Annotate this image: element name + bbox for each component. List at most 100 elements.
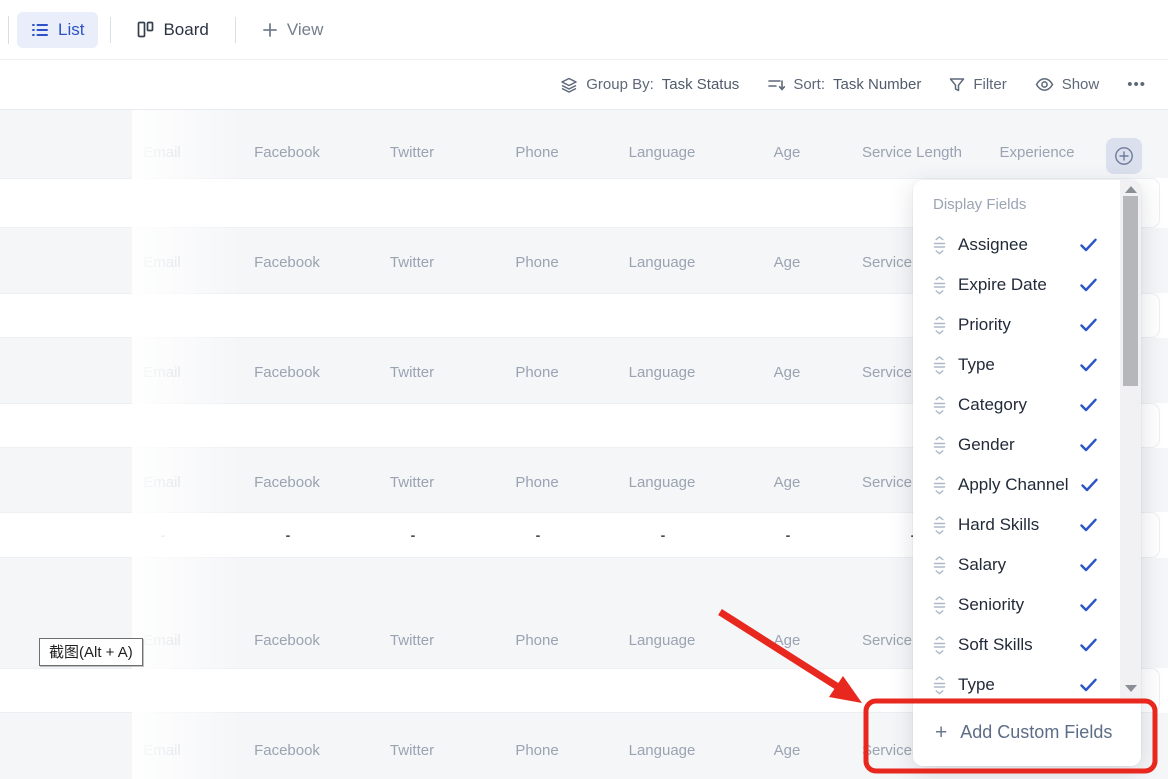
column-header: Experience [999, 144, 1074, 161]
check-icon [1080, 358, 1097, 372]
sort-icon [767, 76, 785, 94]
column-header: Age [774, 632, 801, 649]
circle-plus-icon [1113, 145, 1135, 167]
plus-icon [262, 22, 278, 38]
column-header: Language [629, 144, 696, 161]
column-header: Twitter [390, 254, 434, 271]
show-control[interactable]: Show [1035, 76, 1100, 93]
add-view-label: View [287, 20, 324, 40]
group-by-label: Group By: [586, 76, 654, 93]
display-field-item[interactable]: Apply Channel [933, 465, 1097, 505]
column-header: Phone [515, 144, 558, 161]
column-header: Phone [515, 632, 558, 649]
empty-cell-value: - [536, 527, 541, 543]
display-field-item[interactable]: Type [933, 665, 1097, 698]
add-column-button[interactable] [1106, 138, 1142, 174]
column-header: Service Length [862, 144, 962, 161]
drag-handle-icon [933, 436, 946, 455]
display-field-item[interactable]: Category [933, 385, 1097, 425]
more-options-button[interactable]: ••• [1127, 76, 1146, 93]
check-icon [1080, 318, 1097, 332]
tab-divider [110, 17, 111, 43]
column-header: Twitter [390, 742, 434, 759]
column-header: Email [143, 742, 181, 759]
ellipsis-icon: ••• [1127, 76, 1146, 93]
empty-cell-value: - [411, 527, 416, 543]
display-field-item[interactable]: Seniority [933, 585, 1097, 625]
empty-cell-value: - [161, 527, 166, 543]
drag-handle-icon [933, 396, 946, 415]
display-fields-title: Display Fields [933, 196, 1141, 213]
display-fields-scroll-area: Display Fields Assignee [913, 180, 1141, 698]
display-field-item[interactable]: Soft Skills [933, 625, 1097, 665]
drag-handle-icon [933, 596, 946, 615]
column-header: Email [143, 364, 181, 381]
column-header: Age [774, 474, 801, 491]
dropdown-scrollbar[interactable] [1120, 180, 1141, 698]
column-header: Language [629, 474, 696, 491]
display-field-item[interactable]: Type [933, 345, 1097, 385]
column-header: Twitter [390, 474, 434, 491]
tab-list[interactable]: List [17, 12, 98, 48]
display-field-item[interactable]: Salary [933, 545, 1097, 585]
empty-cell-value: - [786, 527, 791, 543]
drag-handle-icon [933, 636, 946, 655]
show-label: Show [1062, 76, 1100, 93]
display-field-item[interactable]: Hard Skills [933, 505, 1097, 545]
column-header: Facebook [254, 632, 320, 649]
column-header: Facebook [254, 254, 320, 271]
column-header: Language [629, 364, 696, 381]
sort-label: Sort: [793, 76, 825, 93]
scrollbar-thumb[interactable] [1123, 196, 1138, 386]
group-by-control[interactable]: Group By: Task Status [560, 76, 739, 94]
sort-control[interactable]: Sort: Task Number [767, 76, 921, 94]
eye-icon [1035, 77, 1054, 92]
column-header: Age [774, 364, 801, 381]
column-header: Email [143, 474, 181, 491]
column-header: Facebook [254, 474, 320, 491]
check-icon [1080, 598, 1097, 612]
column-header: Phone [515, 742, 558, 759]
group-by-value: Task Status [662, 76, 740, 93]
scroll-down-icon[interactable] [1125, 685, 1137, 692]
check-icon [1080, 678, 1097, 692]
column-header: Facebook [254, 742, 320, 759]
check-icon [1080, 638, 1097, 652]
display-field-item[interactable]: Gender [933, 425, 1097, 465]
layers-icon [560, 76, 578, 94]
display-field-item[interactable]: Expire Date [933, 265, 1097, 305]
check-icon [1080, 398, 1097, 412]
filter-control[interactable]: Filter [949, 76, 1006, 93]
app-window: List Board [0, 0, 1168, 779]
drag-handle-icon [933, 676, 946, 695]
screenshot-tooltip: 截图(Alt + A) [39, 638, 143, 666]
column-header: Twitter [390, 632, 434, 649]
list-toolbar: Group By: Task Status Sort: Task Number [0, 60, 1168, 110]
display-field-label: Assignee [958, 235, 1068, 255]
drag-handle-icon [933, 276, 946, 295]
display-field-item[interactable]: Priority [933, 305, 1097, 345]
filter-icon [949, 77, 965, 93]
check-icon [1081, 478, 1098, 492]
left-edge-divider [8, 16, 9, 44]
tab-board[interactable]: Board [123, 12, 222, 48]
display-field-label: Category [958, 395, 1068, 415]
column-header: Phone [515, 254, 558, 271]
add-view-button[interactable]: View [248, 12, 338, 48]
empty-cell-value: - [661, 527, 666, 543]
scroll-up-icon[interactable] [1125, 186, 1137, 193]
add-custom-fields-button[interactable]: + Add Custom Fields [913, 698, 1141, 766]
check-icon [1080, 238, 1097, 252]
column-header: Phone [515, 474, 558, 491]
column-header: Language [629, 742, 696, 759]
tab-divider [235, 17, 236, 43]
column-header: Email [143, 144, 181, 161]
column-header: Age [774, 254, 801, 271]
display-field-item[interactable]: Assignee [933, 225, 1097, 265]
drag-handle-icon [933, 556, 946, 575]
display-field-label: Seniority [958, 595, 1068, 615]
empty-cell-value: - [286, 527, 291, 543]
column-header: Email [143, 632, 181, 649]
column-header: Phone [515, 364, 558, 381]
column-header: Age [774, 742, 801, 759]
